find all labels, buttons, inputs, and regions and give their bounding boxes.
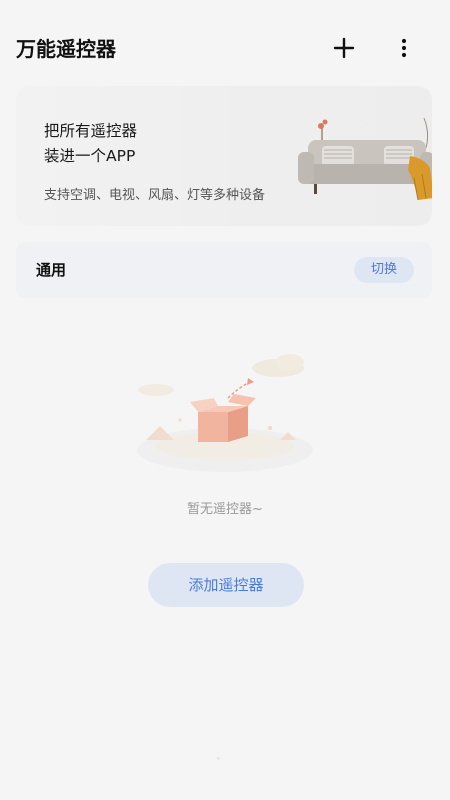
group-label: 通用 xyxy=(36,261,67,279)
switch-group-button[interactable]: 切换 xyxy=(354,257,414,283)
more-button[interactable] xyxy=(386,30,422,66)
empty-box-icon xyxy=(137,354,313,472)
banner-title-line1: 把所有遥控器 xyxy=(44,122,138,140)
add-remote-button[interactable]: 添加遥控器 xyxy=(148,563,304,607)
app-title: 万能遥控器 xyxy=(16,37,116,61)
page-indicator-dot xyxy=(217,757,220,760)
plus-icon xyxy=(333,37,355,59)
top-bar: 万能遥控器 xyxy=(0,0,450,98)
promo-banner[interactable]: 把所有遥控器 装进一个APP 支持空调、电视、风扇、灯等多种设备 xyxy=(16,86,432,226)
sofa-illustration xyxy=(298,117,432,201)
empty-message: 暂无遥控器~ xyxy=(187,502,263,517)
banner-subtitle: 支持空调、电视、风扇、灯等多种设备 xyxy=(44,188,266,203)
add-button[interactable] xyxy=(326,30,362,66)
more-vertical-icon xyxy=(401,38,407,58)
group-card: 通用 切换 xyxy=(16,242,432,298)
banner-title-line2: 装进一个APP xyxy=(44,147,136,165)
